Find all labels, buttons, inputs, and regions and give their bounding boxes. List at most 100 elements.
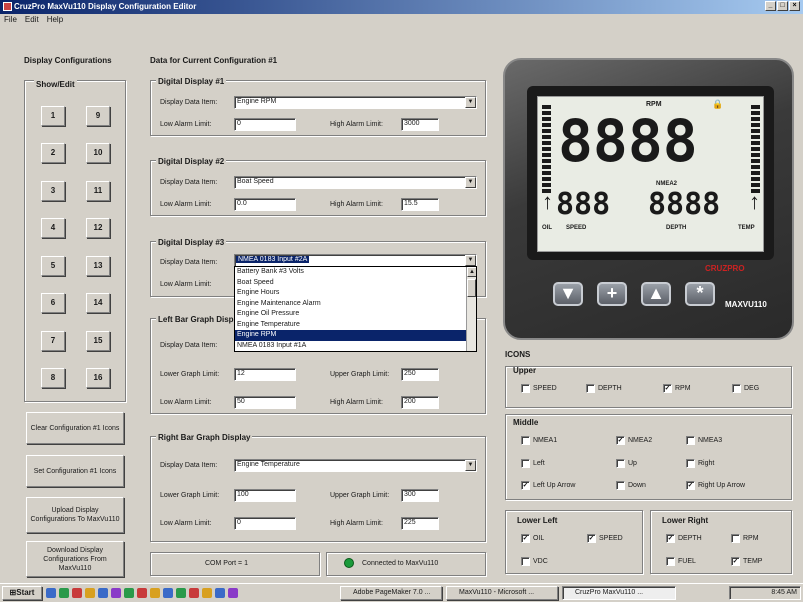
set-icons-button[interactable]: Set Configuration #1 Icons <box>26 455 124 487</box>
quicklaunch-icon[interactable] <box>228 588 238 598</box>
dropdown-option[interactable]: Engine Maintenance Alarm <box>235 299 476 310</box>
checkbox-box[interactable] <box>521 384 530 393</box>
checkbox-box[interactable]: ✓ <box>731 557 740 566</box>
low-alarm-input-1[interactable]: 0 <box>234 118 296 131</box>
quicklaunch-icon[interactable] <box>189 588 199 598</box>
quicklaunch-icon[interactable] <box>72 588 82 598</box>
upper-graph-input-rbg[interactable]: 300 <box>401 489 439 502</box>
data-item-select-1[interactable]: Engine RPM ▼ <box>234 96 477 109</box>
checkbox-box[interactable]: ✓ <box>616 436 625 445</box>
icon-checkbox-middle[interactable]: ✓ Right Up Arrow <box>686 481 745 490</box>
dropdown-option[interactable]: Boat Speed <box>235 278 476 289</box>
config-button-2[interactable]: 2 <box>41 143 65 163</box>
icon-checkbox-lower-right[interactable]: FUEL <box>666 557 696 566</box>
icon-checkbox-upper[interactable]: SPEED <box>521 384 557 393</box>
low-alarm-input-2[interactable]: 0.0 <box>234 198 296 211</box>
icon-checkbox-middle[interactable]: Down <box>616 481 646 490</box>
icon-checkbox-middle[interactable]: NMEA1 <box>521 436 557 445</box>
lower-graph-input-rbg[interactable]: 100 <box>234 489 296 502</box>
app-icon[interactable] <box>3 2 12 11</box>
icon-checkbox-lower-right[interactable]: ✓ DEPTH <box>666 534 702 543</box>
checkbox-box[interactable] <box>666 557 675 566</box>
scroll-thumb[interactable] <box>467 279 476 297</box>
icon-checkbox-lower-right[interactable]: RPM <box>731 534 759 543</box>
dropdown-option[interactable]: NMEA 0183 Input #1A <box>235 341 476 352</box>
checkbox-box[interactable]: ✓ <box>666 534 675 543</box>
checkbox-box[interactable]: ✓ <box>587 534 596 543</box>
icon-checkbox-middle[interactable]: ✓ NMEA2 <box>616 436 652 445</box>
icon-checkbox-upper[interactable]: DEPTH <box>586 384 622 393</box>
icon-checkbox-middle[interactable]: Left <box>521 459 545 468</box>
dropdown-scrollbar[interactable]: ▲ <box>466 267 476 351</box>
quicklaunch-icon[interactable] <box>176 588 186 598</box>
quicklaunch-icon[interactable] <box>137 588 147 598</box>
icon-checkbox-upper[interactable]: DEG <box>732 384 759 393</box>
checkbox-box[interactable] <box>686 436 695 445</box>
icon-checkbox-upper[interactable]: ✓ RPM <box>663 384 691 393</box>
lower-graph-input-lbg[interactable]: 12 <box>234 368 296 381</box>
data-item-select-rbg[interactable]: Engine Temperature ▼ <box>234 459 477 472</box>
config-button-11[interactable]: 11 <box>86 181 110 201</box>
config-button-10[interactable]: 10 <box>86 143 110 163</box>
dropdown-option-highlighted[interactable]: Engine RPM <box>235 330 476 341</box>
quicklaunch-icon[interactable] <box>215 588 225 598</box>
menu-file[interactable]: File <box>0 14 21 25</box>
task-word[interactable]: MaxVu110 - Microsoft ... <box>446 586 558 600</box>
quicklaunch-icon[interactable] <box>46 588 56 598</box>
icon-checkbox-middle[interactable]: NMEA3 <box>686 436 722 445</box>
checkbox-box[interactable] <box>586 384 595 393</box>
upload-button[interactable]: Upload Display Configurations To MaxVu11… <box>26 497 124 533</box>
chevron-down-icon[interactable]: ▼ <box>465 460 476 471</box>
checkbox-box[interactable] <box>616 459 625 468</box>
checkbox-box[interactable]: ✓ <box>663 384 672 393</box>
icon-checkbox-middle[interactable]: Up <box>616 459 637 468</box>
config-button-15[interactable]: 15 <box>86 331 110 351</box>
checkbox-box[interactable]: ✓ <box>521 481 530 490</box>
device-up-button[interactable]: ▲ <box>641 282 671 306</box>
menu-help[interactable]: Help <box>43 14 67 25</box>
maximize-button[interactable]: □ <box>777 1 788 11</box>
checkbox-box[interactable] <box>686 459 695 468</box>
data-item-select-2[interactable]: Boat Speed ▼ <box>234 176 477 189</box>
download-button[interactable]: Download Display Configurations From Max… <box>26 541 124 577</box>
quicklaunch-icon[interactable] <box>98 588 108 598</box>
quicklaunch-icon[interactable] <box>150 588 160 598</box>
menu-edit[interactable]: Edit <box>21 14 43 25</box>
quicklaunch-icon[interactable] <box>163 588 173 598</box>
icon-checkbox-lower-right[interactable]: ✓ TEMP <box>731 557 762 566</box>
data-item-dropdown-list[interactable]: Battery Bank #3 Volts Boat Speed Engine … <box>234 266 477 352</box>
quicklaunch-icon[interactable] <box>59 588 69 598</box>
checkbox-box[interactable] <box>521 557 530 566</box>
scroll-up-icon[interactable]: ▲ <box>467 267 476 277</box>
quicklaunch-icon[interactable] <box>202 588 212 598</box>
chevron-down-icon[interactable]: ▼ <box>465 177 476 188</box>
high-alarm-input-1[interactable]: 3000 <box>401 118 439 131</box>
clock[interactable]: 8:45 AM <box>771 589 797 596</box>
high-alarm-input-2[interactable]: 15.5 <box>401 198 439 211</box>
dropdown-option[interactable]: Engine Oil Pressure <box>235 309 476 320</box>
dropdown-option[interactable]: Engine Hours <box>235 288 476 299</box>
clear-icons-button[interactable]: Clear Configuration #1 Icons <box>26 412 124 444</box>
icon-checkbox-lower-left[interactable]: ✓ SPEED <box>587 534 623 543</box>
device-star-button[interactable]: * <box>685 282 715 306</box>
config-button-12[interactable]: 12 <box>86 218 110 238</box>
quicklaunch-icon[interactable] <box>85 588 95 598</box>
device-plus-button[interactable]: + <box>597 282 627 306</box>
config-button-13[interactable]: 13 <box>86 256 110 276</box>
config-button-1[interactable]: 1 <box>41 106 65 126</box>
icon-checkbox-middle[interactable]: ✓ Left Up Arrow <box>521 481 575 490</box>
config-button-14[interactable]: 14 <box>86 293 110 313</box>
checkbox-box[interactable] <box>521 436 530 445</box>
config-button-3[interactable]: 3 <box>41 181 65 201</box>
config-button-8[interactable]: 8 <box>41 368 65 388</box>
checkbox-box[interactable] <box>521 459 530 468</box>
icon-checkbox-lower-left[interactable]: VDC <box>521 557 548 566</box>
config-button-4[interactable]: 4 <box>41 218 65 238</box>
chevron-down-icon[interactable]: ▼ <box>465 97 476 108</box>
close-button[interactable]: × <box>789 1 800 11</box>
checkbox-box[interactable] <box>731 534 740 543</box>
task-cruzpro[interactable]: CruzPro MaxVu110 ... <box>562 586 676 600</box>
config-button-6[interactable]: 6 <box>41 293 65 313</box>
chevron-down-icon[interactable]: ▼ <box>465 255 476 266</box>
low-alarm-input-lbg[interactable]: 50 <box>234 396 296 409</box>
